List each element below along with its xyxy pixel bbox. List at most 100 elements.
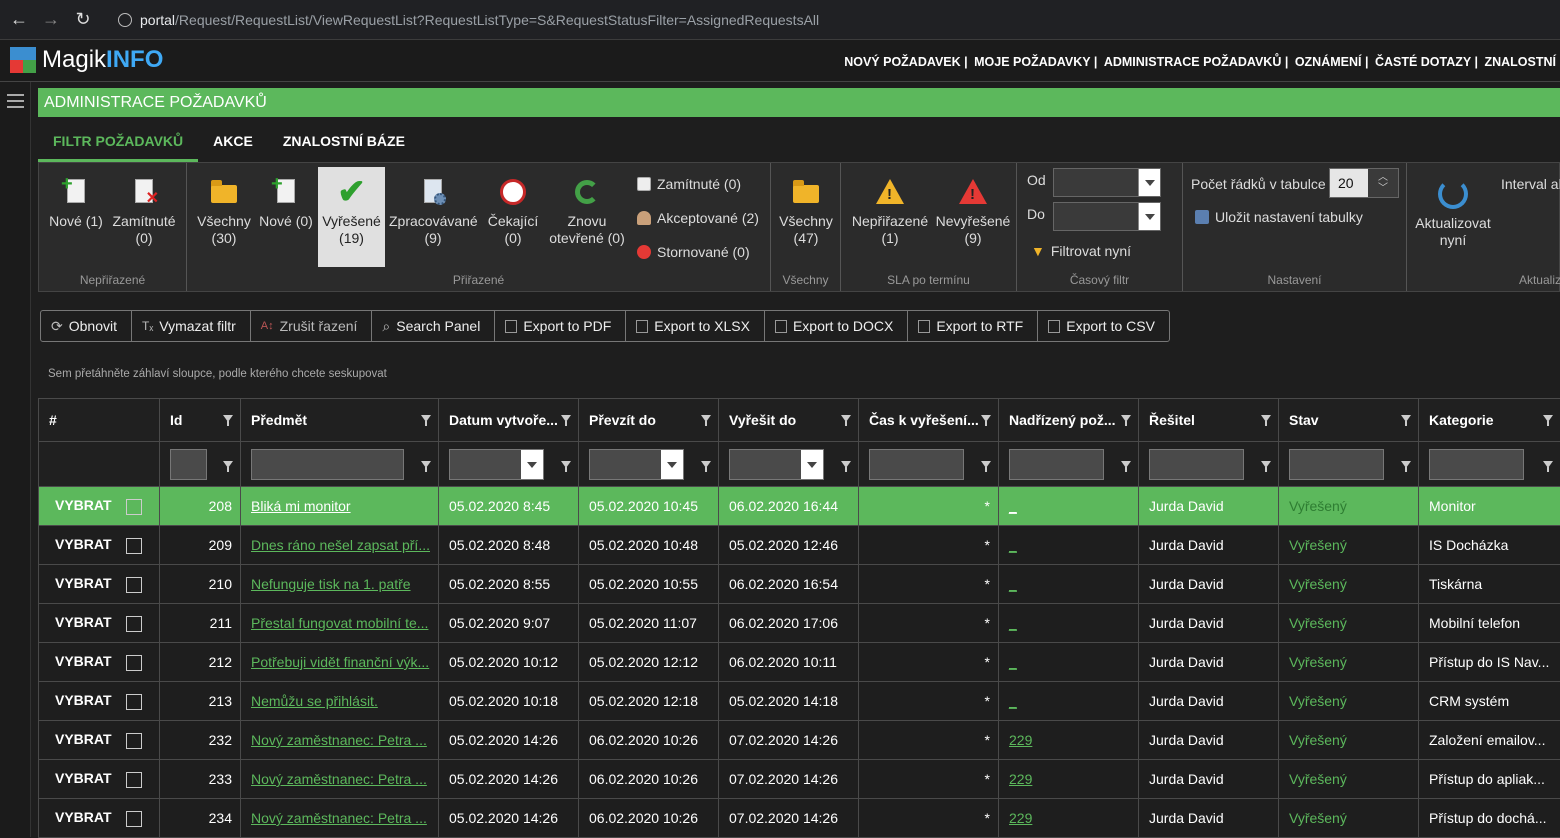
- table-row[interactable]: VYBRAT212Potřebuji vidět finanční výk...…: [39, 643, 1560, 682]
- request-subject-link[interactable]: Bliká mi monitor: [251, 498, 351, 514]
- filter-icon[interactable]: [1121, 461, 1131, 468]
- btn-vsechny[interactable]: Všechny(47): [775, 177, 837, 247]
- export-pdf-button[interactable]: Export to PDF: [495, 311, 626, 341]
- filter-icon[interactable]: [1401, 415, 1411, 422]
- request-subject-link[interactable]: Dnes ráno nešel zapsat pří...: [251, 537, 430, 553]
- select-cell[interactable]: VYBRAT: [39, 487, 160, 526]
- column-header-resitel[interactable]: Řešitel: [1139, 399, 1279, 442]
- rows-per-page-stepper[interactable]: 20 ︿﹀: [1329, 168, 1399, 198]
- btn-prirazene-znovu-otevrene[interactable]: Znovuotevřené (0): [547, 177, 627, 247]
- request-subject-link[interactable]: Nový zaměstnanec: Petra ...: [251, 771, 427, 787]
- parent-request-link[interactable]: _: [1009, 615, 1017, 631]
- column-header-nadrizeny[interactable]: Nadřízený pož...: [999, 399, 1139, 442]
- btn-prirazene-akceptovane[interactable]: Akceptované (2): [637, 210, 759, 226]
- btn-prirazene-zpracovavane[interactable]: Zpracovávané(9): [389, 177, 477, 247]
- export-xlsx-button[interactable]: Export to XLSX: [626, 311, 765, 341]
- filter-icon[interactable]: [981, 415, 991, 422]
- search-panel-button[interactable]: ⌕Search Panel: [372, 311, 495, 341]
- row-checkbox[interactable]: [126, 655, 142, 671]
- column-header-select[interactable]: #: [39, 399, 160, 442]
- obnovit-button[interactable]: ⟳Obnovit: [41, 311, 132, 341]
- export-docx-button[interactable]: Export to DOCX: [765, 311, 908, 341]
- column-header-prevzit[interactable]: Převzít do: [579, 399, 719, 442]
- filter-icon[interactable]: [561, 415, 571, 422]
- forward-icon[interactable]: →: [38, 9, 64, 30]
- parent-request-link[interactable]: _: [1009, 498, 1017, 514]
- column-header-datum[interactable]: Datum vytvoře...: [439, 399, 579, 442]
- chevron-down-icon[interactable]: [801, 450, 823, 479]
- btn-prirazene-vsechny[interactable]: Všechny(30): [195, 177, 253, 247]
- request-subject-link[interactable]: Potřebuji vidět finanční výk...: [251, 654, 429, 670]
- export-rtf-button[interactable]: Export to RTF: [908, 311, 1038, 341]
- table-row[interactable]: VYBRAT209Dnes ráno nešel zapsat pří...05…: [39, 526, 1560, 565]
- table-row[interactable]: VYBRAT233Nový zaměstnanec: Petra ...05.0…: [39, 760, 1560, 799]
- hamburger-icon[interactable]: [7, 94, 24, 112]
- row-checkbox[interactable]: [126, 772, 142, 788]
- logo[interactable]: MagikINFO: [10, 46, 163, 74]
- btn-sla-nevyresene[interactable]: ! Nevyřešené(9): [935, 177, 1011, 247]
- filter-icon[interactable]: [1543, 415, 1553, 422]
- row-checkbox[interactable]: [126, 538, 142, 554]
- filter-icon[interactable]: [1543, 461, 1553, 468]
- address-bar[interactable]: portal/Request/RequestList/ViewRequestLi…: [118, 12, 819, 28]
- column-header-id[interactable]: Id: [160, 399, 241, 442]
- btn-prirazene-nove[interactable]: + Nové (0): [255, 177, 317, 230]
- filter-icon[interactable]: [1401, 461, 1411, 468]
- request-subject-link[interactable]: Přestal fungovat mobilní te...: [251, 615, 428, 631]
- zrusit-razeni-button[interactable]: A↕Zrušit řazení: [251, 311, 373, 341]
- tab-znalostni-baze[interactable]: ZNALOSTNÍ BÁZE: [268, 122, 420, 162]
- btn-sla-neprirazene[interactable]: ! Nepřiřazené(1): [849, 177, 931, 247]
- parent-request-link[interactable]: _: [1009, 537, 1017, 553]
- select-cell[interactable]: VYBRAT: [39, 526, 160, 565]
- btn-prirazene-cekajici[interactable]: Čekající(0): [483, 177, 543, 247]
- filter-input-predmet[interactable]: [251, 449, 404, 480]
- menu-novy-pozadavek[interactable]: NOVÝ POŽADAVEK: [844, 55, 960, 69]
- select-cell[interactable]: VYBRAT: [39, 565, 160, 604]
- table-row[interactable]: VYBRAT232Nový zaměstnanec: Petra ...05.0…: [39, 721, 1560, 760]
- filter-icon[interactable]: [1261, 415, 1271, 422]
- filter-icon[interactable]: [981, 461, 991, 468]
- filter-input-datum[interactable]: [449, 449, 544, 480]
- row-checkbox[interactable]: [126, 577, 142, 593]
- export-csv-button[interactable]: Export to CSV: [1038, 311, 1169, 341]
- filter-input-id[interactable]: [170, 449, 207, 480]
- btn-filtrovat-nyni[interactable]: ▼Filtrovat nyní: [1031, 243, 1131, 259]
- table-row[interactable]: VYBRAT234Nový zaměstnanec: Petra ...05.0…: [39, 799, 1560, 838]
- filter-icon[interactable]: [223, 461, 233, 468]
- filter-icon[interactable]: [561, 461, 571, 468]
- rows-per-page-value[interactable]: 20: [1330, 169, 1368, 197]
- btn-neprirazene-nove[interactable]: + Nové (1): [45, 177, 107, 230]
- row-checkbox[interactable]: [126, 733, 142, 749]
- parent-request-link[interactable]: _: [1009, 693, 1017, 709]
- column-header-cas[interactable]: Čas k vyřešení...: [859, 399, 999, 442]
- btn-neprirazene-zamitnute[interactable]: ✕ Zamítnuté(0): [109, 177, 179, 247]
- chevron-up-icon[interactable]: ︿: [1378, 172, 1388, 183]
- select-cell[interactable]: VYBRAT: [39, 604, 160, 643]
- row-checkbox[interactable]: [126, 811, 142, 827]
- filter-icon[interactable]: [701, 461, 711, 468]
- chevron-down-icon[interactable]: ﹀: [1378, 183, 1388, 194]
- chevron-down-icon[interactable]: [1138, 169, 1160, 196]
- column-header-stav[interactable]: Stav: [1279, 399, 1419, 442]
- chevron-down-icon[interactable]: [521, 450, 543, 479]
- tab-akce[interactable]: AKCE: [198, 122, 268, 162]
- chevron-down-icon[interactable]: [661, 450, 683, 479]
- column-header-predmet[interactable]: Předmět: [241, 399, 439, 442]
- btn-ulozit-nastaveni[interactable]: Uložit nastavení tabulky: [1195, 209, 1363, 225]
- table-row[interactable]: VYBRAT210Nefunguje tisk na 1. patře05.02…: [39, 565, 1560, 604]
- menu-moje-pozadavky[interactable]: MOJE POŽADAVKY: [974, 55, 1090, 69]
- parent-request-link[interactable]: _: [1009, 576, 1017, 592]
- btn-aktualizovat-nyni[interactable]: Aktualizovatnyní: [1407, 179, 1499, 249]
- parent-request-link[interactable]: 229: [1009, 771, 1032, 787]
- tab-filtr[interactable]: FILTR POŽADAVKŮ: [38, 122, 198, 162]
- column-header-vyresit[interactable]: Vyřešit do: [719, 399, 859, 442]
- table-row[interactable]: VYBRAT208Bliká mi monitor05.02.2020 8:45…: [39, 487, 1560, 526]
- btn-prirazene-zamitnute[interactable]: Zamítnuté (0): [637, 176, 741, 192]
- request-subject-link[interactable]: Nemůžu se přihlásit.: [251, 693, 378, 709]
- filter-icon[interactable]: [421, 461, 431, 468]
- parent-request-link[interactable]: 229: [1009, 732, 1032, 748]
- table-row[interactable]: VYBRAT213Nemůžu se přihlásit.05.02.2020 …: [39, 682, 1560, 721]
- filter-icon[interactable]: [1121, 415, 1131, 422]
- row-checkbox[interactable]: [126, 694, 142, 710]
- request-subject-link[interactable]: Nefunguje tisk na 1. patře: [251, 576, 411, 592]
